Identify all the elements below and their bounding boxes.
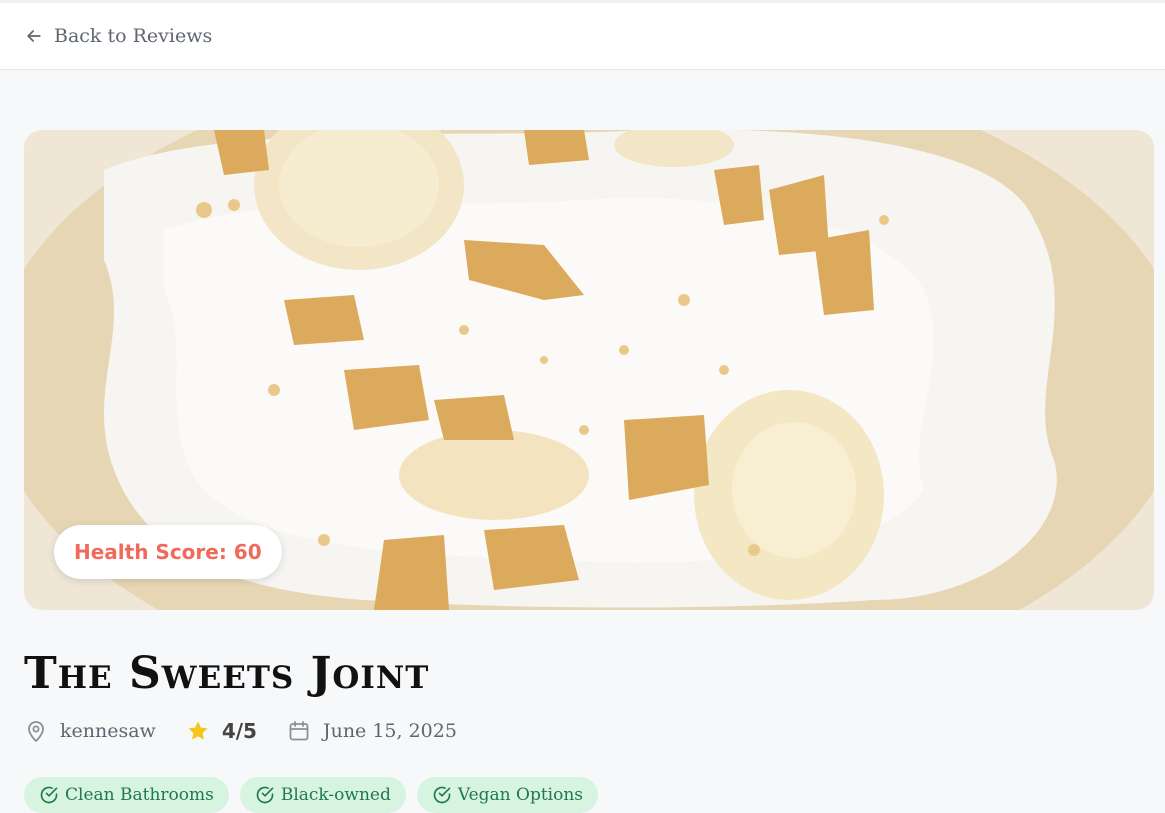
review-detail: Health Score: 60 The Sweets Joint kennes… (0, 70, 1165, 813)
tag-label: Black-owned (280, 785, 391, 805)
tag-label: Vegan Options (457, 785, 584, 805)
rating-info: 4/5 (186, 719, 257, 743)
review-meta: kennesaw 4/5 June 15, 2025 (24, 719, 1154, 743)
arrow-left-icon (27, 30, 41, 42)
page-header: Back to Reviews (0, 3, 1165, 70)
back-link-label: Back to Reviews (54, 25, 213, 47)
review-date: June 15, 2025 (322, 720, 457, 742)
rating-value: 4/5 (221, 719, 257, 743)
map-pin-icon (28, 721, 44, 742)
health-score-badge: Health Score: 60 (54, 525, 282, 579)
date-info: June 15, 2025 (287, 719, 457, 743)
restaurant-name: The Sweets Joint (24, 648, 430, 699)
check-circle-icon (433, 786, 451, 804)
hero-image: Health Score: 60 (24, 130, 1154, 610)
check-circle-icon (40, 786, 58, 804)
star-icon (188, 721, 208, 740)
tag-label: Clean Bathrooms (65, 785, 214, 805)
check-circle-icon (256, 786, 274, 804)
location-text: kennesaw (60, 720, 156, 742)
calendar-icon (289, 721, 309, 741)
location-info: kennesaw (24, 719, 156, 743)
back-to-reviews-link[interactable]: Back to Reviews (24, 25, 212, 47)
